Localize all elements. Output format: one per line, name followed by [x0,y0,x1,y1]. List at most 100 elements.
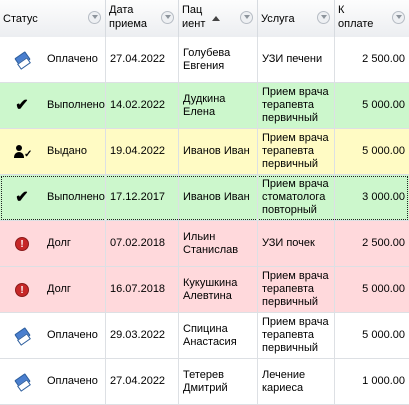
debt-alert-icon: ! [15,236,29,251]
column-label-status: Статус [3,13,38,25]
table-row[interactable]: Оплачено 29.03.2022 Спицина Анастасия Прием… [0,313,409,359]
filter-icon[interactable] [88,11,101,24]
service-cell-text: Прием врача терапевта первичный [262,316,329,354]
sort-ascending-icon [212,16,220,21]
patient-cell: Ильин Станислав [179,221,258,266]
table-row[interactable]: ✓ Выдано 19.04.2022 Иванов Иван Прием врача … [0,129,409,175]
date-cell-text: 14.02.2022 [110,99,166,111]
patient-cell-text: Ильин Станислав [183,230,239,256]
service-cell: Прием врача терапевта первичный [258,83,335,128]
payment-cell: 2 500.00 [335,37,409,82]
patient-cell: Тетерев Дмитрий [179,359,258,404]
patient-cell-text: Иванов Иван [183,191,250,203]
filter-icon[interactable] [392,11,405,24]
payment-cell-text: 1 000.00 [362,375,405,387]
service-cell-text: УЗИ печени [262,53,323,65]
service-cell: Прием врача стоматолога повторный [258,175,335,220]
column-label-date: Дата приема [109,4,148,30]
status-cell: Долг [44,267,106,312]
patient-cell-text: Тетерев Дмитрий [183,368,228,394]
column-header-date[interactable]: Дата приема [106,0,179,37]
status-icon-cell: ✔ [0,83,44,128]
date-cell-text: 27.04.2022 [110,53,166,65]
patient-cell: Иванов Иван [179,175,258,220]
status-cell-text: Выдано [47,145,87,157]
patient-cell: Голубева Евгения [179,37,258,82]
person-check-icon: ✓ [14,144,32,159]
filter-icon[interactable] [317,11,330,24]
patient-cell: Иванов Иван [179,129,258,174]
payment-cell-text: 2 500.00 [362,53,405,65]
status-cell-text: Выполнено [47,99,105,111]
date-cell-text: 29.03.2022 [110,329,166,341]
status-icon-cell: ✔ [0,175,44,220]
column-header-patient[interactable]: Пац иент [179,0,258,37]
date-cell: 19.04.2022 [106,129,179,174]
payment-cell: 5 000.00 [335,267,409,312]
service-cell: Прием врача терапевта первичный [258,313,335,358]
status-icon-cell [0,37,44,82]
table-row[interactable]: ! Долг 16.07.2018 Кукушкина Алевтина Прием в… [0,267,409,313]
service-cell-text: Прием врача стоматолога повторный [262,178,329,216]
status-cell: Долг [44,221,106,266]
table-row[interactable]: ✔ Выполнено 14.02.2022 Дудкина Елена Прием в… [0,83,409,129]
service-cell-text: Прием врача терапевта первичный [262,270,329,308]
status-cell: Выполнено [44,175,106,220]
patient-cell-text: Кукушкина Алевтина [183,276,238,302]
service-cell: УЗИ печени [258,37,335,82]
status-cell-text: Оплачено [47,329,98,341]
payment-tag-icon [15,374,30,389]
status-cell-text: Долг [47,237,71,249]
column-header-payment[interactable]: К оплате [335,0,409,37]
grid-header: Статус Дата приема Пац иент Услуга К опл… [0,0,409,38]
payment-cell: 5 000.00 [335,313,409,358]
payment-tag-icon [15,328,30,343]
payment-cell: 3 000.00 [335,175,409,220]
patient-cell: Кукушкина Алевтина [179,267,258,312]
service-cell: УЗИ почек [258,221,335,266]
payment-cell: 2 500.00 [335,221,409,266]
filter-icon[interactable] [161,11,174,24]
service-cell: Прием врача терапевта первичный [258,267,335,312]
date-cell: 27.04.2022 [106,37,179,82]
status-cell-text: Выполнено [47,191,105,203]
column-label-payment: К оплате [338,4,374,30]
date-cell: 29.03.2022 [106,313,179,358]
table-row[interactable]: Оплачено 27.04.2022 Тетерев Дмитрий Лечение… [0,359,409,405]
column-header-status[interactable]: Статус [0,0,106,37]
patient-cell-text: Голубева Евгения [183,46,231,72]
column-label-service: Услуга [261,13,295,25]
status-cell: Оплачено [44,313,106,358]
service-cell-text: Прием врача терапевта первичный [262,86,329,124]
status-cell: Выдано [44,129,106,174]
payment-cell-text: 5 000.00 [362,329,405,341]
service-cell: Лечение кариеса [258,359,335,404]
payment-cell-text: 5 000.00 [362,145,405,157]
date-cell-text: 19.04.2022 [110,145,166,157]
patient-cell: Дудкина Елена [179,83,258,128]
patient-cell-text: Дудкина Елена [183,92,226,118]
service-cell: Прием врача терапевта первичный [258,129,335,174]
status-icon-cell [0,313,44,358]
checkmark-icon: ✔ [15,189,29,206]
table-row[interactable]: ✔ Выполнено 17.12.2017 Иванов Иван Прием вра… [0,175,409,221]
payment-cell-text: 5 000.00 [362,283,405,295]
date-cell: 27.04.2022 [106,359,179,404]
date-cell: 07.02.2018 [106,221,179,266]
date-cell-text: 17.12.2017 [110,191,166,203]
status-cell: Оплачено [44,37,106,82]
date-cell: 14.02.2022 [106,83,179,128]
filter-icon[interactable] [240,11,253,24]
status-icon-cell: ! [0,221,44,266]
service-cell-text: Прием врача терапевта первичный [262,132,329,170]
status-cell-text: Оплачено [47,375,98,387]
payment-cell: 1 000.00 [335,359,409,404]
table-row[interactable]: Оплачено 27.04.2022 Голубева Евгения УЗИ пе… [0,37,409,83]
date-cell: 16.07.2018 [106,267,179,312]
appointments-grid: Статус Дата приема Пац иент Услуга К опл… [0,0,409,405]
payment-cell: 5 000.00 [335,83,409,128]
patient-cell-text: Иванов Иван [183,145,250,157]
table-row[interactable]: ! Долг 07.02.2018 Ильин Станислав УЗИ почек 2… [0,221,409,267]
column-header-service[interactable]: Услуга [258,0,335,37]
date-cell: 17.12.2017 [106,175,179,220]
